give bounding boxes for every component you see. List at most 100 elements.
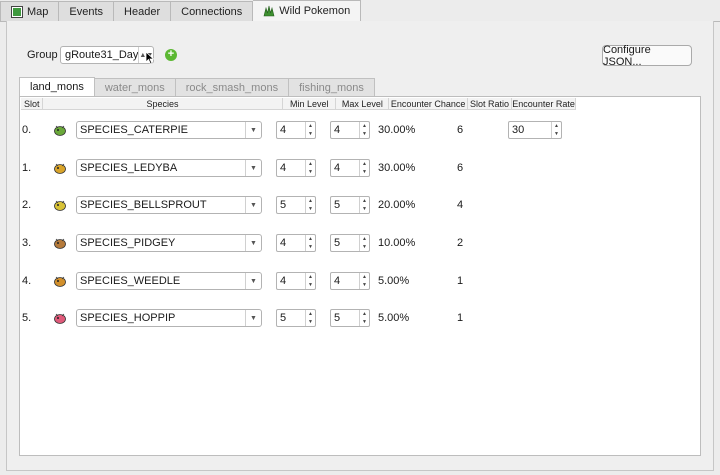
stepper-arrows-icon[interactable]: ▲ ▼ (305, 122, 315, 138)
tab-connections[interactable]: Connections (171, 1, 254, 22)
tab-map-label: Map (27, 5, 49, 18)
stepper-arrows-icon[interactable]: ▲ ▼ (359, 235, 369, 251)
tab-land-mons[interactable]: land_mons (19, 77, 95, 97)
species-value: SPECIES_HOPPIP (80, 312, 176, 324)
species-value: SPECIES_BELLSPROUT (80, 199, 207, 211)
encounter-table: Slot Species Min Level Max Level Encount… (19, 96, 701, 456)
min-level-spinbox[interactable]: 4 ▲ ▼ (276, 234, 316, 252)
group-label: Group (27, 49, 58, 61)
species-select[interactable]: SPECIES_HOPPIP ▼ (76, 309, 262, 327)
min-level-spinbox[interactable]: 4 ▲ ▼ (276, 121, 316, 139)
stepper-arrows-icon[interactable]: ▲ ▼ (305, 197, 315, 213)
min-level-spinbox[interactable]: 4 ▲ ▼ (276, 272, 316, 290)
species-value: SPECIES_LEDYBA (80, 162, 178, 174)
column-header-species: Species (43, 98, 284, 110)
stepper-arrows-icon[interactable]: ▲ ▼ (305, 160, 315, 176)
min-level-spinbox[interactable]: 4 ▲ ▼ (276, 159, 316, 177)
min-level-value: 4 (280, 275, 287, 287)
configure-json-button[interactable]: Configure JSON... (602, 44, 692, 68)
encounter-chance: 30.00% (378, 124, 416, 136)
stepper-arrows-icon[interactable]: ▲ ▼ (305, 273, 315, 289)
column-header-max-level: Max Level (336, 98, 390, 110)
field-tab-bar: land_mons water_mons rock_smash_mons fis… (19, 77, 375, 97)
species-value: SPECIES_PIDGEY (80, 237, 176, 249)
min-level-spinbox[interactable]: 5 ▲ ▼ (276, 309, 316, 327)
caterpie-icon (54, 125, 66, 136)
slot-index: 0. (22, 124, 32, 136)
max-level-value: 5 (334, 199, 341, 211)
group-select[interactable]: gRoute31_Day ▲▼ (60, 46, 154, 64)
column-header-encounter-chance: Encounter Chance (389, 98, 468, 110)
stepper-arrows-icon[interactable]: ▲ ▼ (551, 122, 561, 138)
min-level-value: 5 (280, 312, 287, 324)
tab-header-label: Header (124, 5, 161, 18)
column-header-slot-ratio: Slot Ratio (468, 98, 513, 110)
slot-ratio: 1 (457, 312, 464, 324)
species-value: SPECIES_CATERPIE (80, 124, 188, 136)
max-level-value: 5 (334, 237, 341, 249)
ledyba-icon (54, 163, 66, 174)
slot-ratio: 2 (457, 237, 464, 249)
bellsprout-icon (54, 200, 66, 211)
stepper-arrows-icon[interactable]: ▲ ▼ (305, 235, 315, 251)
max-level-value: 5 (334, 312, 341, 324)
tab-fishing-mons[interactable]: fishing_mons (289, 78, 375, 97)
species-select[interactable]: SPECIES_CATERPIE ▼ (76, 121, 262, 139)
max-level-spinbox[interactable]: 4 ▲ ▼ (330, 272, 370, 290)
stepper-arrows-icon[interactable]: ▲ ▼ (305, 310, 315, 326)
tab-wild-pokemon[interactable]: Wild Pokemon (253, 0, 362, 22)
min-level-value: 4 (280, 237, 287, 249)
tab-map[interactable]: Map (0, 1, 60, 22)
tab-wild-pokemon-label: Wild Pokemon (279, 5, 351, 17)
stepper-arrows-icon[interactable]: ▲ ▼ (359, 160, 369, 176)
column-header-min-level: Min Level (283, 98, 337, 110)
table-row: 1. SPECIES_LEDYBA ▼ 4 ▲ ▼ 4 ▲ ▼ 30.00% 6 (20, 156, 700, 180)
add-group-button[interactable]: + (165, 49, 177, 61)
tab-rock-smash-mons[interactable]: rock_smash_mons (175, 78, 290, 97)
max-level-spinbox[interactable]: 4 ▲ ▼ (330, 159, 370, 177)
max-level-spinbox[interactable]: 5 ▲ ▼ (330, 196, 370, 214)
tab-events-label: Events (69, 5, 104, 18)
species-select[interactable]: SPECIES_WEEDLE ▼ (76, 272, 262, 290)
stepper-arrows-icon[interactable]: ▲ ▼ (359, 310, 369, 326)
max-level-spinbox[interactable]: 5 ▲ ▼ (330, 309, 370, 327)
tab-header[interactable]: Header (114, 1, 172, 22)
chevron-down-icon: ▼ (245, 235, 261, 251)
map-icon (11, 5, 23, 18)
table-row: 2. SPECIES_BELLSPROUT ▼ 5 ▲ ▼ 5 ▲ ▼ 20.00%… (20, 193, 700, 217)
min-level-value: 5 (280, 199, 287, 211)
encounter-rate-spinbox[interactable]: 30 ▲ ▼ (508, 121, 562, 139)
max-level-value: 4 (334, 162, 341, 174)
column-header-encounter-rate: Encounter Rate (512, 98, 576, 110)
species-select[interactable]: SPECIES_BELLSPROUT ▼ (76, 196, 262, 214)
min-level-spinbox[interactable]: 5 ▲ ▼ (276, 196, 316, 214)
encounter-chance: 30.00% (378, 162, 416, 174)
max-level-spinbox[interactable]: 5 ▲ ▼ (330, 234, 370, 252)
tab-connections-label: Connections (181, 5, 243, 18)
slot-ratio: 1 (457, 275, 464, 287)
stepper-arrows-icon[interactable]: ▲ ▼ (359, 273, 369, 289)
encounter-chance: 20.00% (378, 199, 416, 211)
stepper-arrows-icon[interactable]: ▲ ▼ (359, 197, 369, 213)
chevron-down-icon: ▼ (245, 273, 261, 289)
encounter-rate-value: 30 (512, 124, 525, 136)
slot-index: 5. (22, 312, 32, 324)
species-select[interactable]: SPECIES_LEDYBA ▼ (76, 159, 262, 177)
table-row: 3. SPECIES_PIDGEY ▼ 4 ▲ ▼ 5 ▲ ▼ 10.00% 2 (20, 231, 700, 255)
slot-index: 2. (22, 199, 32, 211)
chevron-down-icon: ▼ (245, 197, 261, 213)
pidgey-icon (54, 238, 66, 249)
encounter-chance: 5.00% (378, 312, 410, 324)
tab-water-mons[interactable]: water_mons (94, 78, 176, 97)
stepper-arrows-icon[interactable]: ▲ ▼ (359, 122, 369, 138)
max-level-value: 4 (334, 124, 341, 136)
encounter-chance: 10.00% (378, 237, 416, 249)
max-level-spinbox[interactable]: 4 ▲ ▼ (330, 121, 370, 139)
chevron-down-icon: ▼ (245, 160, 261, 176)
species-value: SPECIES_WEEDLE (80, 275, 181, 287)
species-select[interactable]: SPECIES_PIDGEY ▼ (76, 234, 262, 252)
slot-ratio: 4 (457, 199, 464, 211)
slot-index: 1. (22, 162, 32, 174)
min-level-value: 4 (280, 124, 287, 136)
tab-events[interactable]: Events (59, 1, 115, 22)
